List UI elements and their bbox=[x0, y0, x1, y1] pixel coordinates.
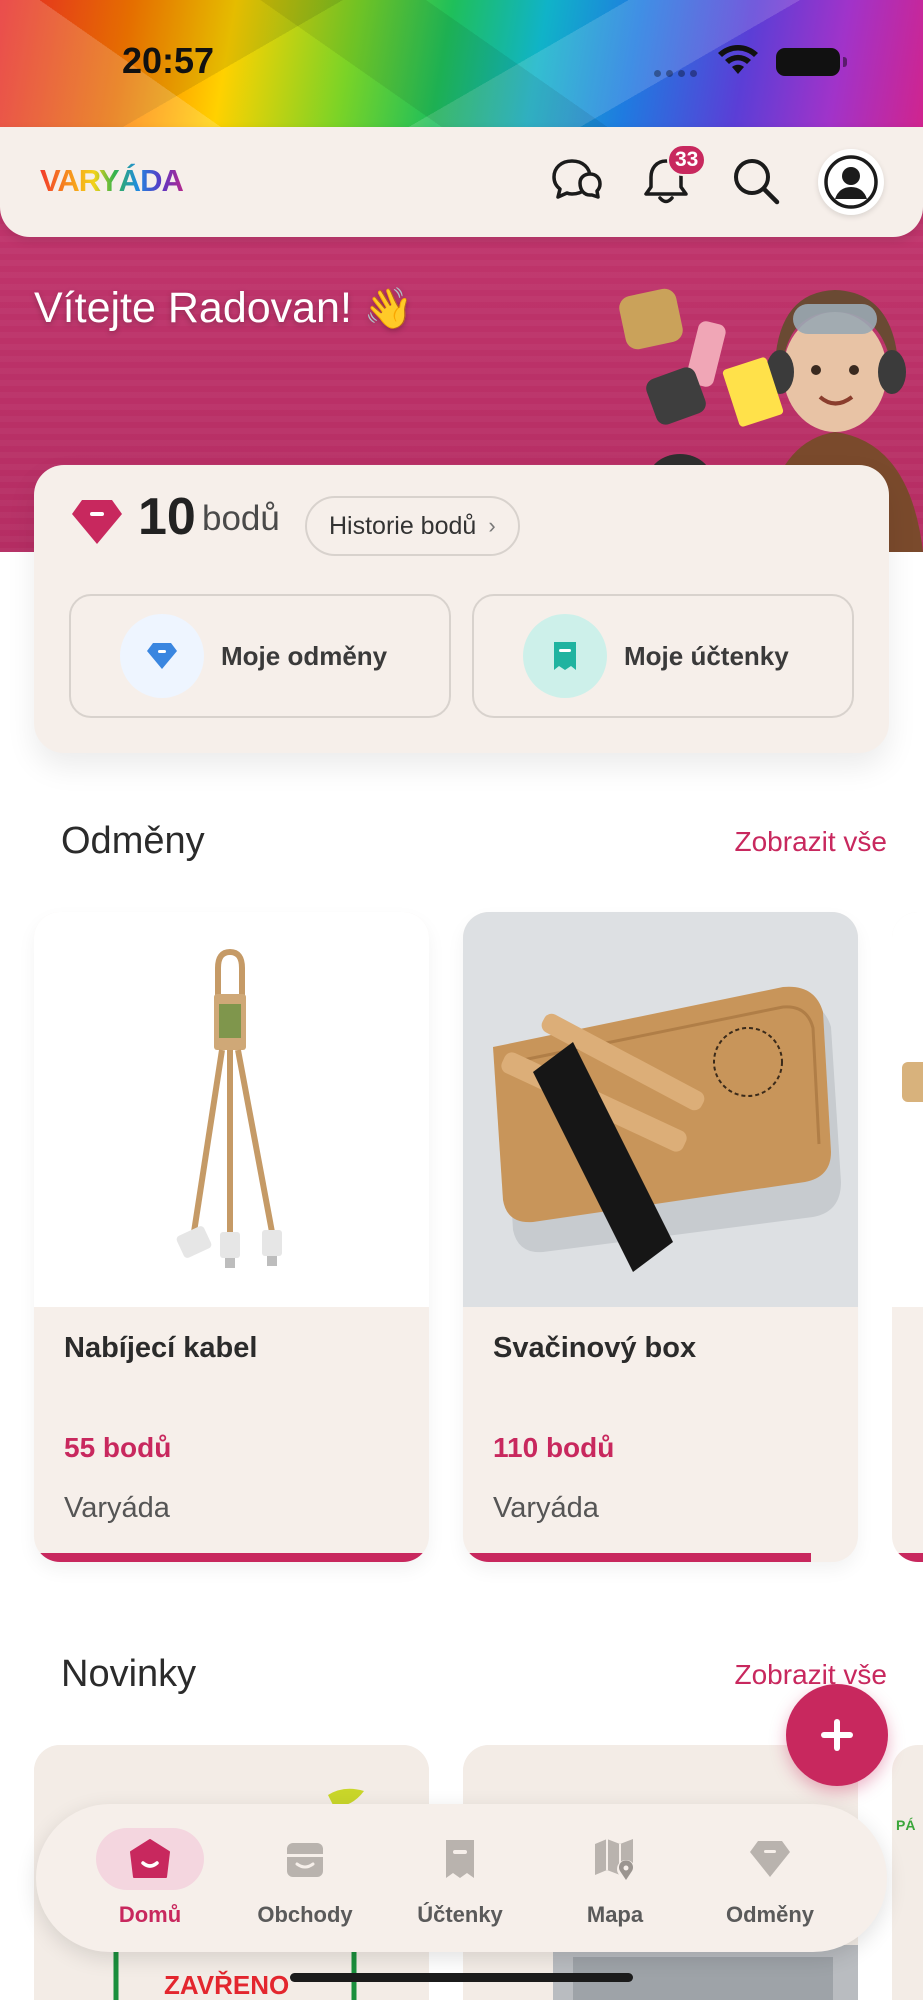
reward-shop: Varyáda bbox=[493, 1492, 599, 1524]
bottom-navigation: Domů Obchody Účtenky Mapa Odměny bbox=[36, 1804, 887, 1952]
nav-item-rewards[interactable]: Odměny bbox=[695, 1828, 845, 1932]
reward-progress-track bbox=[463, 1553, 858, 1562]
points-history-label: Historie bodů bbox=[329, 511, 477, 540]
nav-icon-wrapper bbox=[251, 1828, 359, 1890]
map-icon bbox=[595, 1839, 635, 1880]
welcome-heading: Vítejte Radovan! 👋 bbox=[34, 284, 414, 333]
diamond-icon bbox=[750, 1841, 790, 1877]
my-receipts-button[interactable]: Moje účtenky bbox=[472, 594, 854, 718]
news-card-peek[interactable]: PÁ bbox=[892, 1745, 923, 2000]
reward-progress-fill bbox=[34, 1553, 429, 1562]
nav-item-receipts[interactable]: Účtenky bbox=[385, 1828, 535, 1932]
search-button[interactable] bbox=[728, 153, 784, 209]
nav-label: Mapa bbox=[586, 1902, 644, 1927]
reward-price: 55 bodů bbox=[64, 1432, 172, 1463]
reward-progress-fill bbox=[463, 1553, 811, 1562]
nav-icon-wrapper bbox=[561, 1828, 669, 1890]
home-indicator[interactable] bbox=[290, 1973, 633, 1982]
search-icon bbox=[734, 159, 780, 205]
my-rewards-icon-circle bbox=[120, 614, 204, 698]
diamond-icon bbox=[147, 643, 177, 669]
nav-label: Obchody bbox=[257, 1902, 353, 1927]
notification-badge: 33 bbox=[667, 144, 707, 176]
reward-card[interactable]: Svačinový box 110 bodů Varyáda bbox=[463, 912, 858, 1562]
lunch-box-image bbox=[463, 912, 858, 1307]
chat-button[interactable] bbox=[548, 153, 604, 209]
store-icon bbox=[287, 1843, 323, 1877]
reward-progress-track bbox=[34, 1553, 429, 1562]
reward-shop: Varyáda bbox=[64, 1492, 170, 1524]
wave-emoji: 👋 bbox=[363, 287, 414, 331]
reward-name: Svačinový box bbox=[493, 1332, 697, 1364]
receipt-icon bbox=[554, 642, 576, 670]
diamond-icon bbox=[72, 500, 122, 544]
chevron-right-icon: › bbox=[488, 513, 496, 538]
chat-icon bbox=[552, 159, 602, 199]
status-time: 20:57 bbox=[122, 40, 215, 81]
receipt-icon bbox=[446, 1840, 474, 1878]
nav-item-stores[interactable]: Obchody bbox=[230, 1828, 380, 1932]
points-card: 10 bodů Historie bodů › Moje odměny Moje… bbox=[34, 465, 889, 753]
plus-icon bbox=[821, 1719, 853, 1751]
wifi-icon bbox=[718, 45, 758, 74]
reward-price: 110 bodů bbox=[493, 1432, 615, 1463]
news-see-all-link[interactable]: Zobrazit vše bbox=[735, 1659, 888, 1691]
nav-item-map[interactable]: Mapa bbox=[540, 1828, 690, 1932]
my-receipts-label: Moje účtenky bbox=[624, 640, 789, 671]
news-section-title: Novinky bbox=[61, 1653, 197, 1695]
points-value: 10 bbox=[138, 488, 196, 546]
reward-peek-progress bbox=[892, 1553, 923, 1562]
points-unit: bodů bbox=[202, 499, 280, 538]
battery-icon bbox=[776, 48, 847, 76]
reward-card[interactable]: Nabíjecí kabel 55 bodů Varyáda bbox=[34, 912, 429, 1562]
charging-cable-image bbox=[34, 912, 429, 1307]
app-header: VARYÁDA bbox=[0, 127, 923, 237]
points-history-button[interactable]: Historie bodů › bbox=[305, 496, 520, 556]
my-rewards-label: Moje odměny bbox=[221, 640, 388, 671]
profile-button[interactable] bbox=[818, 149, 884, 215]
nav-label: Účtenky bbox=[417, 1902, 503, 1927]
reward-name: Nabíjecí kabel bbox=[64, 1332, 258, 1364]
nav-label: Domů bbox=[118, 1902, 182, 1927]
news-peek-text: PÁ bbox=[896, 1817, 916, 1833]
reward-card-peek[interactable] bbox=[892, 912, 923, 1562]
nav-icon-wrapper bbox=[96, 1828, 204, 1890]
rewards-section-title: Odměny bbox=[61, 820, 205, 862]
varyada-logo[interactable]: VARYÁDA bbox=[40, 163, 184, 199]
my-rewards-button[interactable]: Moje odměny bbox=[69, 594, 451, 718]
news-banner-text: ZAVŘENO bbox=[164, 1970, 290, 2000]
add-button[interactable] bbox=[786, 1684, 888, 1786]
rewards-see-all-link[interactable]: Zobrazit vše bbox=[735, 826, 888, 858]
profile-icon bbox=[824, 155, 878, 209]
nav-label: Odměny bbox=[725, 1902, 815, 1927]
nav-item-home[interactable]: Domů bbox=[75, 1828, 225, 1932]
nav-icon-wrapper bbox=[406, 1828, 514, 1890]
my-receipts-icon-circle bbox=[523, 614, 607, 698]
nav-icon-wrapper bbox=[716, 1828, 824, 1890]
status-bar: 20:57 bbox=[0, 0, 923, 127]
welcome-text: Vítejte Radovan! bbox=[34, 284, 352, 332]
reward-peek-image bbox=[892, 912, 923, 1307]
cellular-signal-icon bbox=[654, 70, 697, 77]
home-icon bbox=[130, 1839, 170, 1878]
